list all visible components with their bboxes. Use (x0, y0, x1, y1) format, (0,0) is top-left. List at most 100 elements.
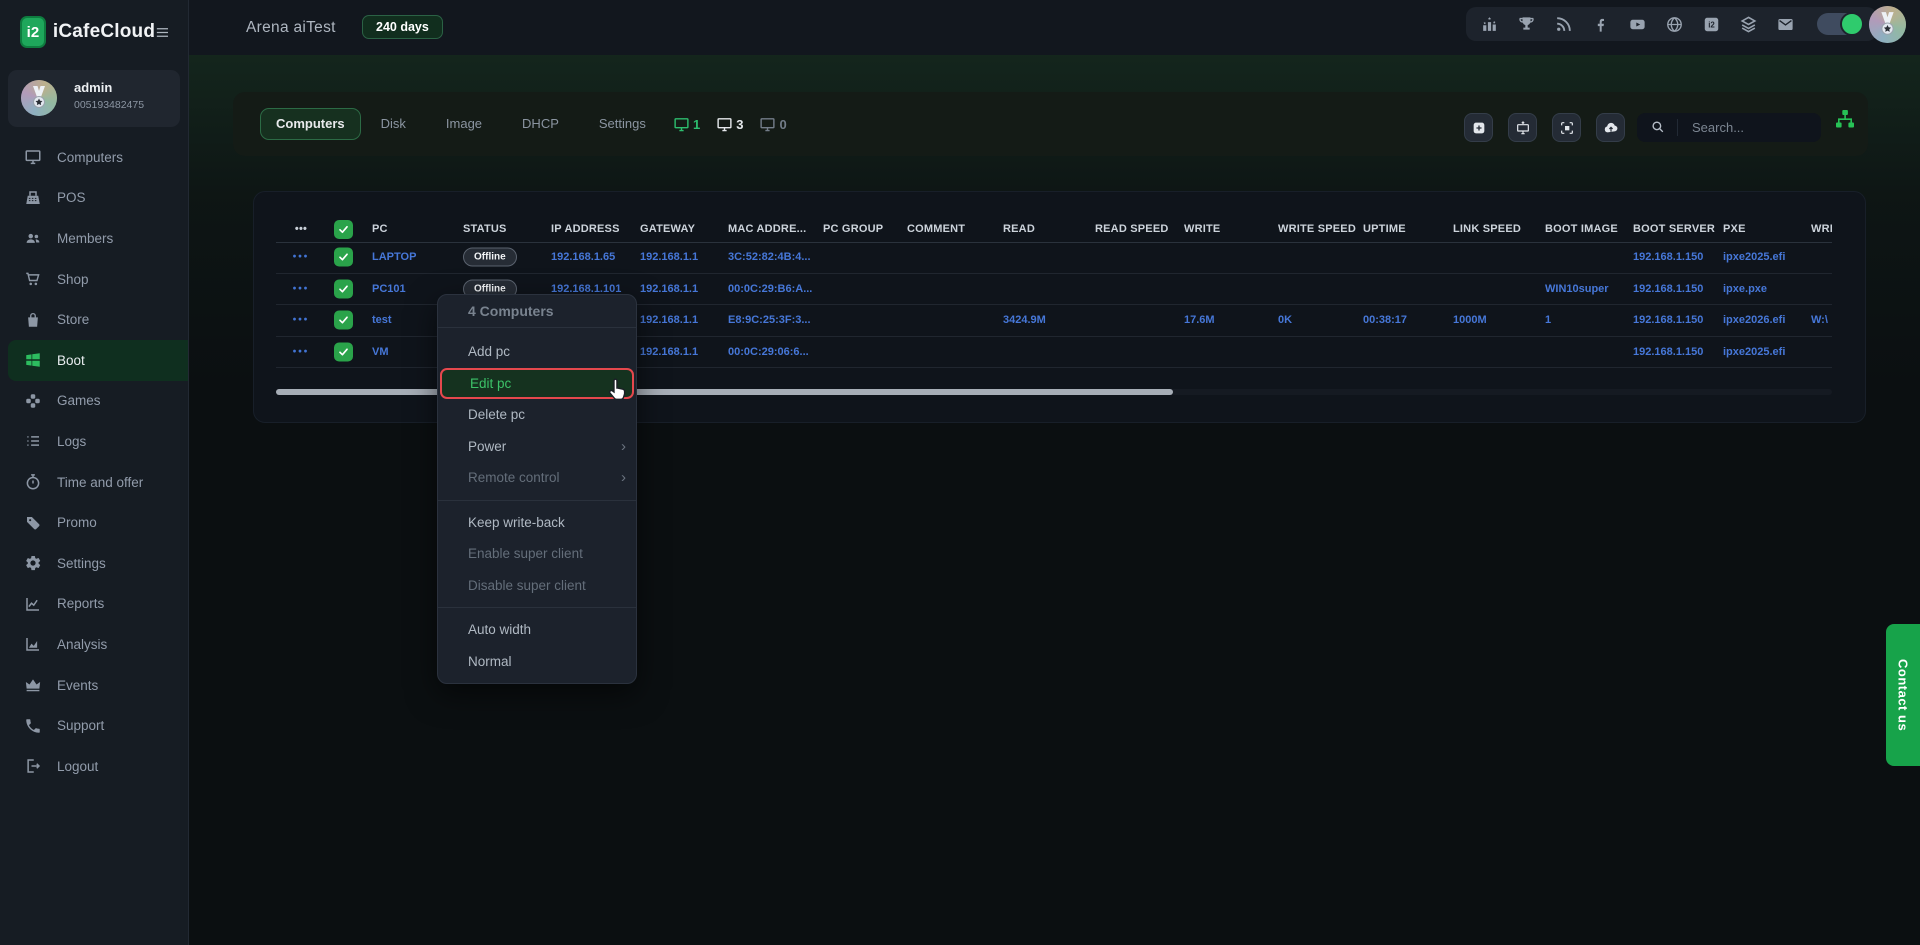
column-header-pc_group[interactable]: PC GROUP (823, 223, 905, 235)
column-header-pc[interactable]: PC (372, 223, 460, 235)
menu-item-remote-control[interactable]: Remote control› (438, 462, 636, 494)
sidebar-item-games[interactable]: Games (0, 381, 188, 422)
trophy-icon[interactable] (1517, 15, 1536, 34)
column-header-link_speed[interactable]: LINK SPEED (1453, 223, 1543, 235)
chevron-right-icon: › (621, 438, 626, 455)
sidebar-item-logout[interactable]: Logout (0, 746, 188, 787)
menu-item-keep-write-back[interactable]: Keep write-back (438, 507, 636, 539)
tab-settings[interactable]: Settings (579, 109, 666, 139)
scan-button[interactable] (1552, 113, 1581, 142)
row-actions-icon[interactable]: ••• (286, 223, 316, 235)
tab-image[interactable]: Image (426, 109, 502, 139)
youtube-icon[interactable] (1628, 15, 1647, 34)
topbar: Arena aiTest 240 days i2 (188, 0, 1920, 55)
sidebar-item-support[interactable]: Support (0, 705, 188, 746)
user-card[interactable]: admin 005193482475 (8, 70, 180, 127)
tab-disk[interactable]: Disk (361, 109, 426, 139)
menu-item-label: Edit pc (470, 376, 511, 391)
scrollbar-thumb[interactable] (276, 389, 1173, 395)
row-checkbox[interactable] (334, 279, 353, 298)
column-header-write_speed[interactable]: WRITE SPEED (1278, 223, 1361, 235)
sidebar-item-analysis[interactable]: Analysis (0, 624, 188, 665)
sidebar-item-members[interactable]: Members (0, 218, 188, 259)
menu-item-auto-width[interactable]: Auto width (438, 614, 636, 646)
menu-item-add-pc[interactable]: Add pc (438, 336, 636, 368)
sidebar-item-settings[interactable]: Settings (0, 543, 188, 584)
sidebar-item-store[interactable]: Store (0, 299, 188, 340)
sidebar-item-boot[interactable]: Boot (8, 340, 188, 381)
cell-boot_image: WIN10super (1545, 283, 1631, 295)
add-button[interactable] (1464, 113, 1493, 142)
column-header-read_speed[interactable]: READ SPEED (1095, 223, 1182, 235)
cell-write_speed: 0K (1278, 314, 1361, 326)
sidebar-item-logs[interactable]: Logs (0, 421, 188, 462)
menu-item-disable-super-client[interactable]: Disable super client (438, 570, 636, 602)
menu-item-delete-pc[interactable]: Delete pc (438, 399, 636, 431)
column-header-uptime[interactable]: UPTIME (1363, 223, 1451, 235)
tab-dhcp[interactable]: DHCP (502, 109, 579, 139)
checkbox-checked[interactable] (334, 311, 353, 330)
contact-us-button[interactable]: Contact us (1886, 624, 1920, 766)
layers-icon[interactable] (1739, 15, 1758, 34)
theme-toggle[interactable] (1817, 13, 1863, 35)
mail-icon[interactable] (1776, 15, 1795, 34)
days-badge[interactable]: 240 days (362, 15, 443, 39)
sidebar-item-label: Logs (57, 434, 86, 449)
column-header-status[interactable]: STATUS (463, 223, 549, 235)
brand: i2 iCafeCloud (20, 15, 170, 49)
sidebar-item-time-and-offer[interactable]: Time and offer (0, 462, 188, 503)
row-checkbox[interactable] (334, 343, 353, 362)
menu-item-normal[interactable]: Normal (438, 646, 636, 678)
checkbox-checked[interactable] (334, 248, 353, 267)
globe-icon[interactable] (1665, 15, 1684, 34)
checkbox-checked[interactable] (334, 343, 353, 362)
column-header-comment[interactable]: COMMENT (907, 223, 1001, 235)
column-header-boot_server[interactable]: BOOT SERVER (1633, 223, 1721, 235)
cloud-upload-button[interactable] (1596, 113, 1625, 142)
sidebar-item-computers[interactable]: Computers (0, 137, 188, 178)
menu-item-label: Normal (468, 654, 512, 669)
row-actions-icon[interactable]: ••• (286, 347, 316, 358)
row-checkbox[interactable] (334, 311, 353, 330)
search-input[interactable] (1678, 119, 1812, 136)
menu-item-label: Remote control (468, 470, 560, 485)
menu-item-power[interactable]: Power› (438, 431, 636, 463)
row-actions-icon[interactable]: ••• (286, 315, 316, 326)
monitor-plus-button[interactable] (1508, 113, 1537, 142)
column-header-boot_image[interactable]: BOOT IMAGE (1545, 223, 1631, 235)
row-actions-icon[interactable]: ••• (286, 252, 316, 263)
sidebar-item-pos[interactable]: POS (0, 178, 188, 219)
network-icon[interactable] (1833, 107, 1857, 131)
cell-pxe: ipxe2025.efi (1723, 251, 1809, 263)
tab-computers[interactable]: Computers (260, 108, 361, 140)
profile-avatar[interactable] (1869, 6, 1906, 43)
menu-item-enable-super-client[interactable]: Enable super client (438, 538, 636, 570)
column-header-wri[interactable]: WRI (1811, 223, 1832, 235)
ranking-icon[interactable] (1480, 15, 1499, 34)
sidebar-item-promo[interactable]: Promo (0, 502, 188, 543)
column-header-mac[interactable]: MAC ADDRE... (728, 223, 821, 235)
checkbox-checked[interactable] (334, 279, 353, 298)
column-header-gateway[interactable]: GATEWAY (640, 223, 726, 235)
column-header-pxe[interactable]: PXE (1723, 223, 1809, 235)
checkbox-checked[interactable] (334, 220, 353, 239)
column-header-write[interactable]: WRITE (1184, 223, 1276, 235)
column-header-ip[interactable]: IP ADDRESS (551, 223, 638, 235)
row-checkbox[interactable] (334, 248, 353, 267)
row-actions-icon[interactable]: ••• (286, 283, 316, 294)
icafecloud-icon[interactable]: i2 (1702, 15, 1721, 34)
column-header-read[interactable]: READ (1003, 223, 1093, 235)
sidebar-item-reports[interactable]: Reports (0, 584, 188, 625)
sidebar-item-shop[interactable]: Shop (0, 259, 188, 300)
search-box[interactable] (1637, 113, 1821, 142)
menu-item-edit-pc[interactable]: Edit pc (440, 368, 634, 400)
cell-pxe: ipxe2025.efi (1723, 346, 1809, 358)
sidebar-item-events[interactable]: Events (0, 665, 188, 706)
cell-pc[interactable]: LAPTOP (372, 251, 460, 263)
select-all-checkbox[interactable] (334, 220, 353, 239)
rss-icon[interactable] (1554, 15, 1573, 34)
cell-ip: 192.168.1.65 (551, 251, 638, 263)
menu-toggle-icon[interactable] (155, 23, 170, 42)
cell-mac: 00:0C:29:B6:A... (728, 283, 821, 295)
facebook-icon[interactable] (1591, 15, 1610, 34)
